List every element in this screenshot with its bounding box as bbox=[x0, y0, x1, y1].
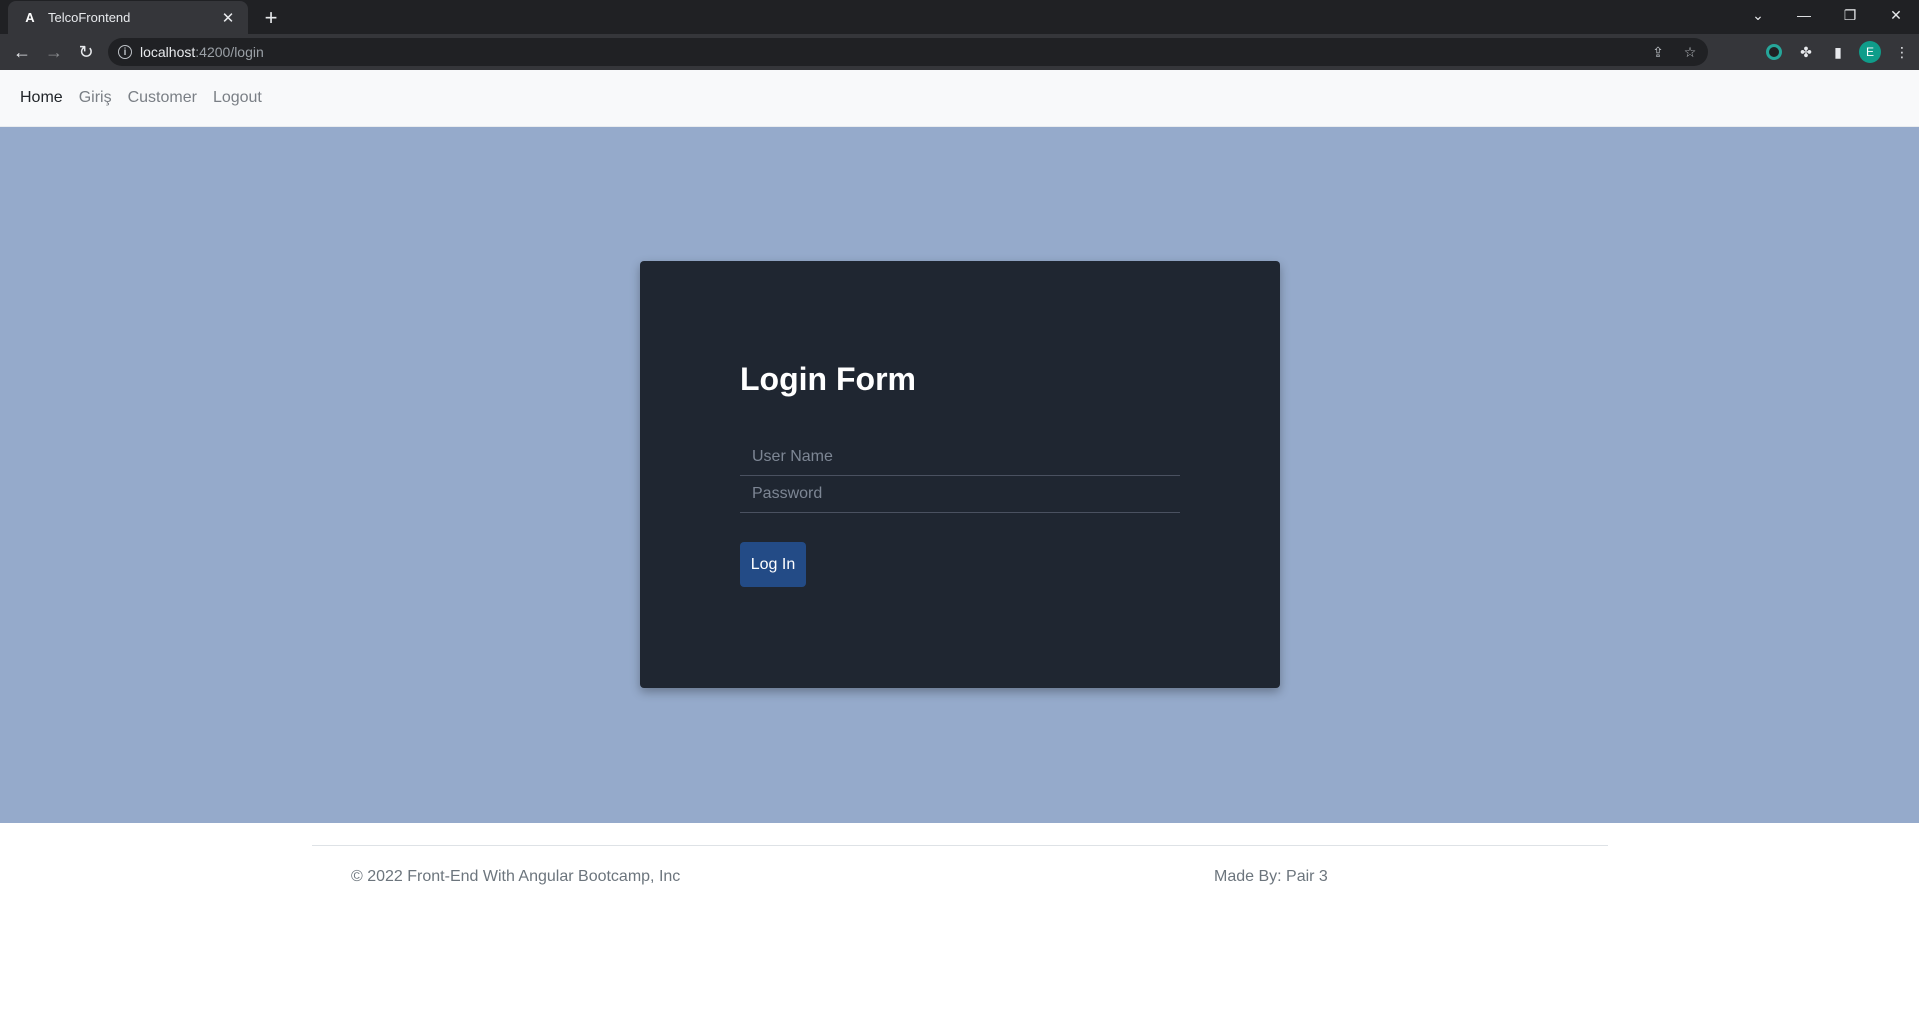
browser-tabstrip: A TelcoFrontend ✕ + ⌄ — ❐ ✕ bbox=[0, 0, 1919, 34]
angular-favicon-icon: A bbox=[25, 10, 35, 25]
nav-link-home[interactable]: Home bbox=[20, 89, 63, 107]
page-viewport: Home Giriş Customer Logout Login Form Lo… bbox=[0, 70, 1919, 1036]
profile-avatar[interactable]: E bbox=[1859, 41, 1881, 63]
nav-link-logout[interactable]: Logout bbox=[213, 89, 262, 107]
close-tab-icon[interactable]: ✕ bbox=[218, 8, 238, 28]
footer-copyright: © 2022 Front-End With Angular Bootcamp, … bbox=[351, 868, 681, 885]
footer-divider bbox=[312, 845, 1608, 846]
tab-title: TelcoFrontend bbox=[48, 10, 131, 25]
info-icon[interactable]: i bbox=[118, 45, 132, 59]
restore-icon[interactable]: ❐ bbox=[1827, 0, 1873, 30]
kebab-menu-icon[interactable]: ⋮ bbox=[1891, 41, 1913, 63]
login-section: Login Form Log In bbox=[0, 127, 1919, 823]
browser-tab[interactable]: A TelcoFrontend ✕ bbox=[8, 1, 248, 34]
password-input[interactable] bbox=[740, 476, 1180, 513]
login-button[interactable]: Log In bbox=[740, 542, 806, 587]
forward-icon[interactable]: → bbox=[38, 36, 70, 68]
url-path: :4200/login bbox=[195, 44, 264, 60]
extension-ring-icon[interactable] bbox=[1763, 41, 1785, 63]
username-input[interactable] bbox=[740, 439, 1180, 476]
address-bar[interactable]: i localhost:4200/login ⇪ ☆ bbox=[108, 38, 1708, 66]
url-host: localhost bbox=[140, 44, 196, 60]
browser-toolbar: ← → ↻ i localhost:4200/login ⇪ ☆ ✤ ▮ E ⋮ bbox=[0, 34, 1919, 70]
nav-link-giris[interactable]: Giriş bbox=[79, 89, 112, 107]
login-card: Login Form Log In bbox=[640, 261, 1280, 688]
back-icon[interactable]: ← bbox=[6, 36, 38, 68]
minimize-icon[interactable]: — bbox=[1781, 0, 1827, 30]
window-controls: ⌄ — ❐ ✕ bbox=[1735, 0, 1919, 30]
tab-search-icon[interactable]: ⌄ bbox=[1735, 0, 1781, 30]
puzzle-icon[interactable]: ✤ bbox=[1795, 41, 1817, 63]
close-window-icon[interactable]: ✕ bbox=[1873, 0, 1919, 30]
reload-icon[interactable]: ↻ bbox=[70, 36, 102, 68]
site-navbar: Home Giriş Customer Logout bbox=[0, 70, 1919, 127]
side-panel-icon[interactable]: ▮ bbox=[1827, 41, 1849, 63]
nav-link-customer[interactable]: Customer bbox=[128, 89, 197, 107]
share-icon[interactable]: ⇪ bbox=[1648, 44, 1668, 61]
footer-credit: Made By: Pair 3 bbox=[1214, 868, 1328, 885]
new-tab-icon[interactable]: + bbox=[258, 5, 284, 31]
star-icon[interactable]: ☆ bbox=[1680, 44, 1700, 61]
login-form-title: Login Form bbox=[740, 361, 916, 397]
